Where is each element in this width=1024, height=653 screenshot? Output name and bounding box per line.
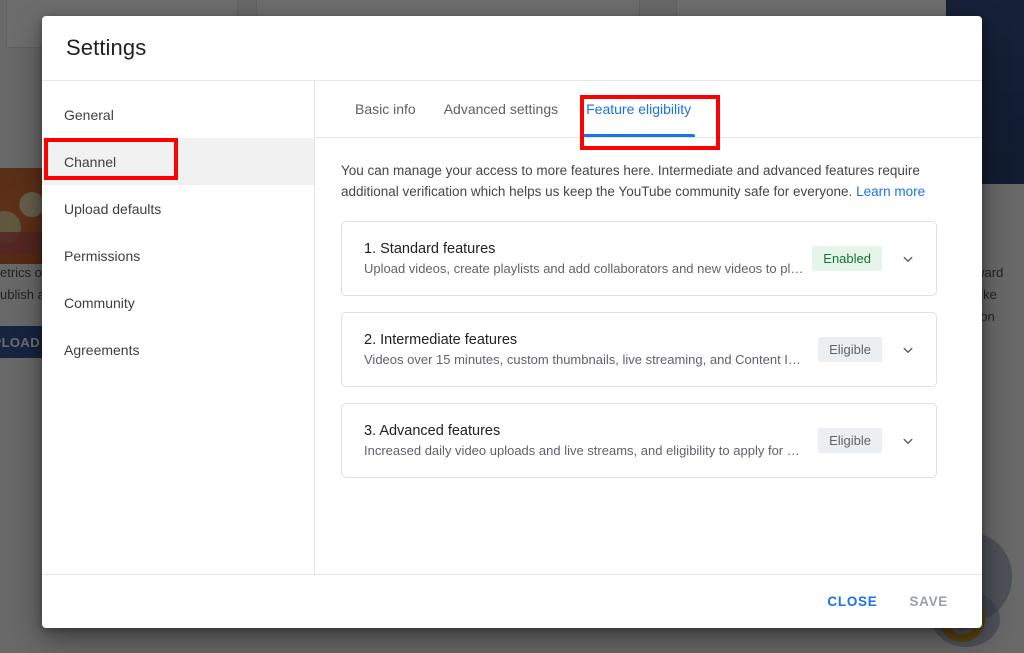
sidebar-item-permissions[interactable]: Permissions (42, 232, 314, 279)
feature-card-subtitle: Videos over 15 minutes, custom thumbnail… (364, 352, 809, 367)
dialog-header: Settings (42, 16, 982, 80)
chevron-down-icon[interactable] (894, 245, 922, 273)
feature-card-standard[interactable]: 1. Standard features Upload videos, crea… (341, 221, 937, 296)
sidebar-item-label: General (64, 106, 114, 123)
sidebar-item-community[interactable]: Community (42, 279, 314, 326)
settings-content: Basic info Advanced settings Feature eli… (315, 81, 982, 574)
feature-eligibility-panel: You can manage your access to more featu… (315, 138, 982, 574)
feature-card-texts: 2. Intermediate features Videos over 15 … (364, 332, 818, 367)
panel-description-text: You can manage your access to more featu… (341, 163, 920, 199)
sidebar-item-channel[interactable]: Channel (42, 138, 314, 185)
feature-card-texts: 1. Standard features Upload videos, crea… (364, 241, 812, 276)
feature-card-title: 1. Standard features (364, 241, 496, 257)
settings-sidebar: General Channel Upload defaults Permissi… (42, 81, 315, 574)
learn-more-link[interactable]: Learn more (856, 184, 925, 199)
feature-card-intermediate[interactable]: 2. Intermediate features Videos over 15 … (341, 312, 937, 387)
dialog-footer: CLOSE SAVE (42, 574, 982, 628)
sidebar-item-label: Channel (64, 153, 117, 170)
status-badge: Eligible (818, 337, 882, 362)
status-badge: Eligible (818, 428, 882, 453)
sidebar-item-agreements[interactable]: Agreements (42, 326, 314, 373)
chevron-down-icon[interactable] (894, 336, 922, 364)
chevron-down-icon[interactable] (894, 427, 922, 455)
tab-feature-eligibility[interactable]: Feature eligibility (572, 81, 705, 137)
close-button[interactable]: CLOSE (815, 585, 889, 618)
tab-advanced-settings[interactable]: Advanced settings (430, 81, 572, 137)
save-button: SAVE (897, 585, 960, 618)
sidebar-item-label: Permissions (64, 247, 141, 264)
feature-card-subtitle: Upload videos, create playlists and add … (364, 261, 809, 276)
tab-label: Feature eligibility (586, 101, 692, 117)
sidebar-item-upload-defaults[interactable]: Upload defaults (42, 185, 314, 232)
sidebar-item-general[interactable]: General (42, 91, 314, 138)
feature-card-subtitle: Increased daily video uploads and live s… (364, 443, 809, 458)
feature-card-title: 3. Advanced features (364, 423, 501, 439)
status-badge: Enabled (812, 246, 882, 271)
sidebar-item-label: Community (64, 294, 135, 311)
tab-label: Basic info (355, 101, 416, 117)
settings-dialog: Settings General Channel Upload defaults… (42, 16, 982, 628)
tab-basic-info[interactable]: Basic info (341, 81, 430, 137)
sidebar-item-label: Agreements (64, 341, 140, 358)
sidebar-item-label: Upload defaults (64, 200, 162, 217)
tab-label: Advanced settings (443, 101, 559, 117)
panel-description: You can manage your access to more featu… (341, 160, 941, 202)
feature-card-texts: 3. Advanced features Increased daily vid… (364, 423, 818, 458)
dialog-body: General Channel Upload defaults Permissi… (42, 80, 982, 574)
settings-tabbar: Basic info Advanced settings Feature eli… (315, 81, 982, 138)
feature-card-advanced[interactable]: 3. Advanced features Increased daily vid… (341, 403, 937, 478)
feature-card-title: 2. Intermediate features (364, 332, 518, 348)
page-title: Settings (66, 35, 147, 60)
